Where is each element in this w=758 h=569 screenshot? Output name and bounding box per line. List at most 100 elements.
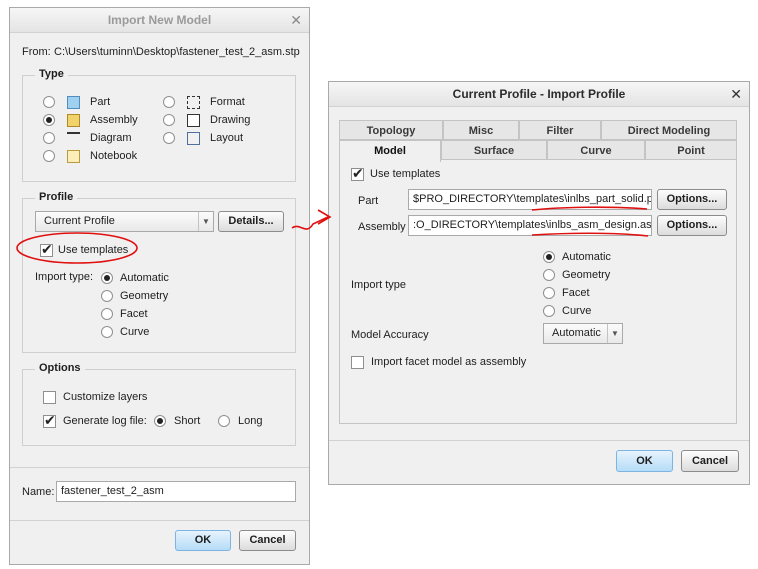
type-notebook-label: Notebook: [90, 150, 138, 162]
chevron-down-icon: ▼: [198, 212, 213, 231]
import-curve-radio[interactable]: [543, 305, 555, 317]
type-format-radio[interactable]: [163, 96, 175, 108]
import-geometry-radio[interactable]: [543, 269, 555, 281]
part-template-input[interactable]: $PRO_DIRECTORY\templates\inlbs_part_soli…: [408, 189, 652, 210]
notebook-icon: [67, 150, 80, 163]
ok-button[interactable]: OK: [175, 530, 231, 551]
import-type-label: Import type: [351, 279, 407, 291]
import-automatic-radio[interactable]: [101, 272, 113, 284]
from-label: From:: [22, 46, 51, 58]
tab-point[interactable]: Point: [645, 140, 737, 160]
import-new-model-dialog: Import New Model ✕ From: C:\Users\tuminn…: [9, 7, 310, 565]
type-layout-radio[interactable]: [163, 132, 175, 144]
profile-select[interactable]: Current Profile ▼: [35, 211, 214, 232]
options-group-title: Options: [35, 362, 85, 374]
from-path: C:\Users\tuminn\Desktop\fastener_test_2_…: [54, 46, 300, 58]
use-templates-label: Use templates: [370, 168, 441, 180]
divider: [329, 440, 749, 441]
import-facet-label: Facet: [120, 308, 148, 320]
type-diagram-label: Diagram: [90, 132, 132, 144]
customize-layers-checkbox[interactable]: [43, 391, 56, 404]
import-automatic-radio[interactable]: [543, 251, 555, 263]
use-templates-checkbox[interactable]: [351, 165, 364, 182]
drawing-icon: [187, 114, 200, 127]
generate-log-checkbox[interactable]: [43, 412, 56, 429]
assembly-options-button[interactable]: Options...: [657, 215, 727, 236]
tab-curve[interactable]: Curve: [547, 140, 645, 160]
type-group: Type Part Assembly Diagram Notebook Form…: [22, 68, 296, 182]
cancel-button[interactable]: Cancel: [239, 530, 296, 551]
model-accuracy-select[interactable]: Automatic ▼: [543, 323, 623, 344]
part-cube-icon: [67, 96, 80, 109]
log-long-label: Long: [238, 415, 263, 427]
options-group: Options Customize layers Generate log fi…: [22, 362, 296, 446]
tab-direct-modeling[interactable]: Direct Modeling: [601, 120, 737, 140]
divider: [10, 467, 309, 468]
import-type-label: Import type:: [35, 271, 94, 283]
format-icon: [187, 96, 200, 109]
part-options-button[interactable]: Options...: [657, 189, 727, 210]
type-format-label: Format: [210, 96, 245, 108]
assembly-icon: [67, 114, 80, 127]
import-facet-label: Facet: [562, 287, 590, 299]
tab-model[interactable]: Model: [339, 140, 441, 162]
tab-surface[interactable]: Surface: [441, 140, 547, 160]
tab-filter[interactable]: Filter: [519, 120, 601, 140]
close-icon[interactable]: ✕: [730, 82, 742, 106]
details-button[interactable]: Details...: [218, 211, 284, 232]
use-templates-label: Use templates: [58, 244, 129, 256]
profile-group-title: Profile: [35, 191, 78, 203]
type-part-radio[interactable]: [43, 96, 55, 108]
type-layout-label: Layout: [210, 132, 244, 144]
log-short-radio[interactable]: [154, 415, 166, 427]
name-input[interactable]: fastener_test_2_asm: [56, 481, 296, 502]
assembly-label: Assembly: [358, 221, 406, 233]
type-diagram-radio[interactable]: [43, 132, 55, 144]
generate-log-label: Generate log file:: [63, 415, 147, 427]
import-automatic-label: Automatic: [562, 251, 611, 263]
import-geometry-label: Geometry: [562, 269, 611, 281]
type-assembly-label: Assembly: [90, 114, 138, 126]
import-geometry-label: Geometry: [120, 290, 169, 302]
profile-group: Profile Current Profile ▼ Details... Use…: [22, 191, 296, 353]
import-curve-label: Curve: [562, 305, 592, 317]
diagram-icon: [67, 132, 80, 145]
layout-icon: [187, 132, 200, 145]
type-assembly-radio[interactable]: [43, 114, 55, 126]
tab-topology[interactable]: Topology: [339, 120, 443, 140]
import-automatic-label: Automatic: [120, 272, 169, 284]
log-short-label: Short: [174, 415, 201, 427]
divider: [10, 520, 309, 521]
assembly-template-input[interactable]: :O_DIRECTORY\templates\inlbs_asm_design.…: [408, 215, 652, 236]
cancel-button[interactable]: Cancel: [681, 450, 739, 472]
use-templates-checkbox[interactable]: [40, 241, 53, 258]
log-long-radio[interactable]: [218, 415, 230, 427]
type-drawing-radio[interactable]: [163, 114, 175, 126]
profile-select-value: Current Profile: [44, 215, 115, 227]
import-facet-radio[interactable]: [101, 308, 113, 320]
model-accuracy-label: Model Accuracy: [351, 329, 429, 341]
dialog-title-bar: Current Profile - Import Profile ✕: [329, 82, 749, 107]
part-label: Part: [358, 195, 379, 207]
import-profile-dialog: Current Profile - Import Profile ✕ Topol…: [328, 81, 750, 485]
model-accuracy-value: Automatic: [552, 327, 601, 339]
ok-button[interactable]: OK: [616, 450, 673, 472]
tab-misc[interactable]: Misc: [443, 120, 519, 140]
import-geometry-radio[interactable]: [101, 290, 113, 302]
facet-assembly-label: Import facet model as assembly: [371, 356, 527, 368]
import-facet-radio[interactable]: [543, 287, 555, 299]
customize-layers-label: Customize layers: [63, 391, 148, 403]
import-curve-label: Curve: [120, 326, 150, 338]
dialog-title-bar: Import New Model ✕: [10, 8, 309, 33]
facet-assembly-checkbox[interactable]: [351, 356, 364, 369]
dialog-title: Import New Model: [107, 13, 212, 27]
chevron-down-icon: ▼: [607, 324, 622, 343]
type-part-label: Part: [90, 96, 111, 108]
model-tab-panel: Use templates Part $PRO_DIRECTORY\templa…: [339, 160, 737, 424]
name-label: Name:: [22, 486, 55, 498]
close-icon[interactable]: ✕: [290, 8, 302, 32]
type-group-title: Type: [35, 68, 68, 80]
dialog-title: Current Profile - Import Profile: [452, 87, 626, 101]
type-notebook-radio[interactable]: [43, 150, 55, 162]
import-curve-radio[interactable]: [101, 326, 113, 338]
